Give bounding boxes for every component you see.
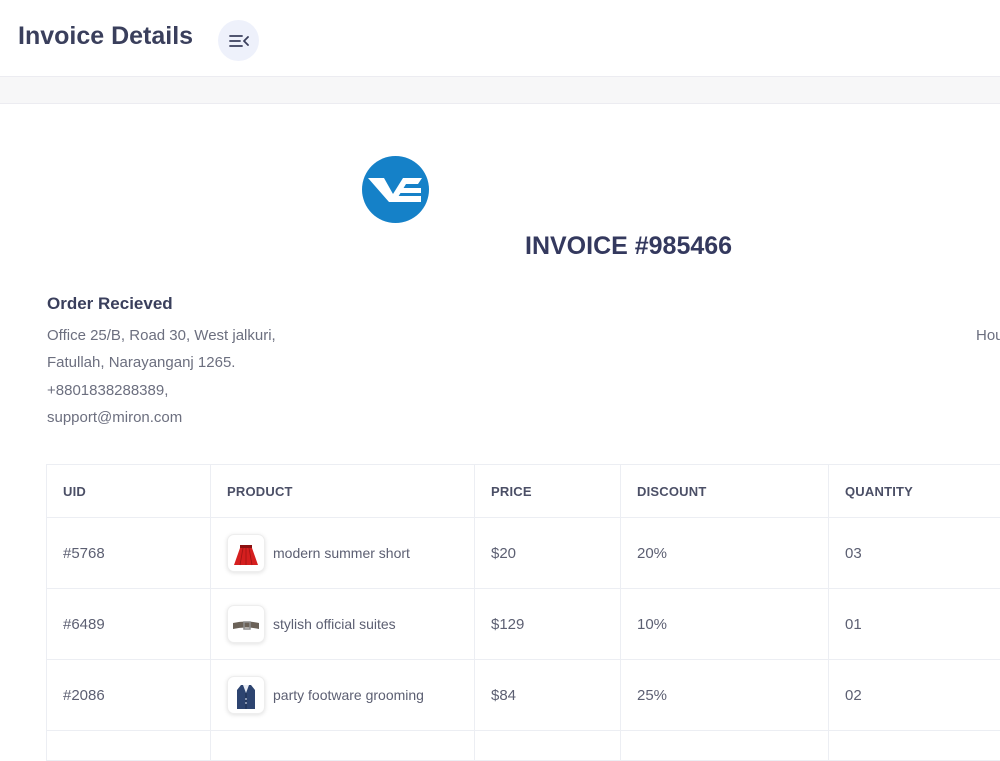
right-address-fragment: Hou	[976, 327, 1000, 344]
top-bar: Invoice Details	[0, 0, 1000, 77]
cell-discount: 25%	[621, 660, 829, 731]
cell-product: party footware grooming	[211, 660, 475, 731]
address-line-2: Fatullah, Narayanganj 1265.	[47, 354, 235, 371]
col-header-quantity: QUANTITY	[829, 465, 1000, 518]
col-header-uid: UID	[47, 465, 211, 518]
col-header-discount: DISCOUNT	[621, 465, 829, 518]
belt-icon	[227, 605, 265, 643]
logo-mark-icon	[362, 156, 429, 223]
product-name: party footware grooming	[273, 687, 424, 703]
breadcrumb-strip	[0, 77, 1000, 104]
cell-empty	[475, 731, 621, 761]
blazer-icon	[227, 676, 265, 714]
cell-discount: 20%	[621, 518, 829, 589]
cell-quantity: 01	[829, 589, 1000, 660]
cell-price: $84	[475, 660, 621, 731]
address-line-1: Office 25/B, Road 30, West jalkuri,	[47, 327, 276, 344]
table-row: #6489 stylish official suites $129 10% 0…	[47, 589, 1000, 660]
invoice-items-table: UID PRODUCT PRICE DISCOUNT QUANTITY #576…	[46, 464, 1000, 761]
product-name: modern summer short	[273, 545, 410, 561]
cell-price: $129	[475, 589, 621, 660]
cell-quantity: 03	[829, 518, 1000, 589]
col-header-price: PRICE	[475, 465, 621, 518]
email-line: support@miron.com	[47, 409, 182, 426]
cell-empty	[621, 731, 829, 761]
page-title: Invoice Details	[18, 22, 193, 51]
table-row	[47, 731, 1000, 761]
col-header-product: PRODUCT	[211, 465, 475, 518]
table-header-row: UID PRODUCT PRICE DISCOUNT QUANTITY	[47, 465, 1000, 518]
red-skirt-icon	[227, 534, 265, 572]
cell-product: stylish official suites	[211, 589, 475, 660]
cell-product: modern summer short	[211, 518, 475, 589]
cell-empty	[211, 731, 475, 761]
table-row: #2086 party footware grooming $84 25%	[47, 660, 1000, 731]
cell-empty	[47, 731, 211, 761]
phone-line: +8801838288389,	[47, 382, 168, 399]
company-logo	[362, 156, 429, 223]
cell-uid: #5768	[47, 518, 211, 589]
table-row: #5768 modern summer short $20 20% 03	[47, 518, 1000, 589]
menu-toggle-button[interactable]	[218, 20, 259, 61]
invoice-number-title: INVOICE #985466	[525, 232, 732, 261]
cell-price: $20	[475, 518, 621, 589]
cell-uid: #2086	[47, 660, 211, 731]
menu-collapse-icon	[229, 34, 249, 48]
cell-uid: #6489	[47, 589, 211, 660]
cell-quantity: 02	[829, 660, 1000, 731]
cell-discount: 10%	[621, 589, 829, 660]
invoice-card: INVOICE #985466 Order Recieved Office 25…	[0, 104, 1000, 750]
product-name: stylish official suites	[273, 616, 396, 632]
order-heading: Order Recieved	[47, 294, 173, 314]
cell-empty	[829, 731, 1000, 761]
